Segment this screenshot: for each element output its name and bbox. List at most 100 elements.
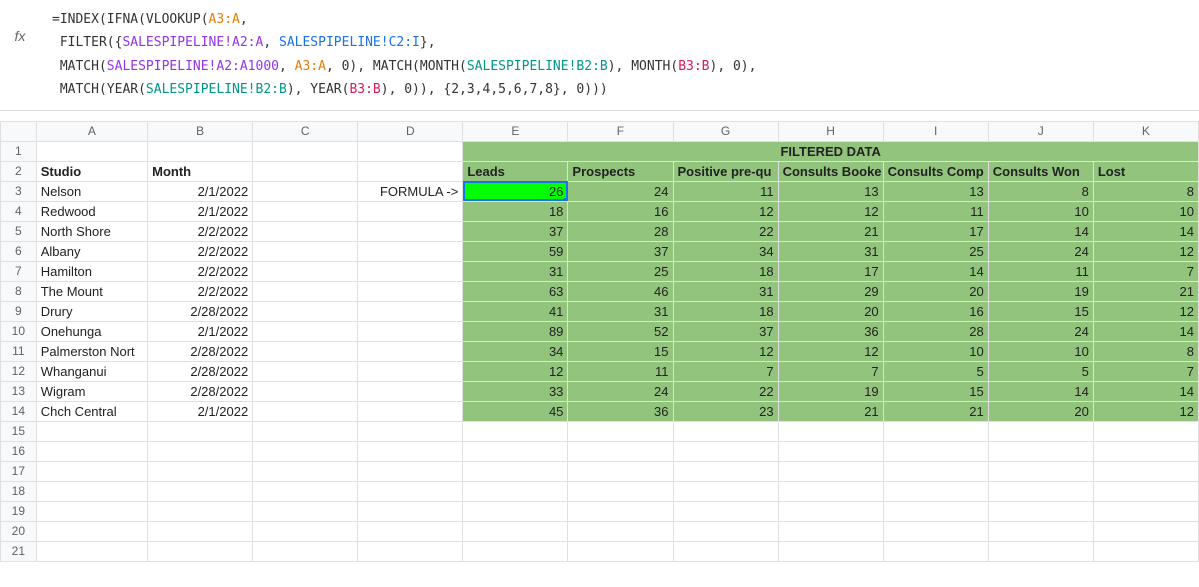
cell[interactable] [778, 521, 883, 541]
cell[interactable] [253, 241, 358, 261]
cell[interactable] [883, 421, 988, 441]
cell-data[interactable]: 12 [673, 341, 778, 361]
cell-data[interactable]: 12 [673, 201, 778, 221]
row-number[interactable]: 21 [1, 541, 37, 561]
cell[interactable] [1093, 541, 1198, 561]
cell-data[interactable]: 15 [883, 381, 988, 401]
cell-studio[interactable]: Redwood [36, 201, 147, 221]
cell-data[interactable]: 12 [778, 201, 883, 221]
formula-text[interactable]: =INDEX(IFNA(VLOOKUP(A3:A, FILTER({SALESP… [40, 8, 1199, 102]
cell-data[interactable]: 28 [568, 221, 673, 241]
cell-data[interactable]: 14 [988, 221, 1093, 241]
cell[interactable] [358, 161, 463, 181]
cell[interactable] [463, 461, 568, 481]
cell[interactable] [358, 401, 463, 421]
col-header[interactable]: K [1093, 121, 1198, 141]
cell-data[interactable]: 11 [568, 361, 673, 381]
cell[interactable] [568, 461, 673, 481]
col-header[interactable]: C [253, 121, 358, 141]
cell[interactable] [463, 541, 568, 561]
cell-month[interactable]: 2/28/2022 [148, 341, 253, 361]
cell[interactable] [148, 461, 253, 481]
cell[interactable] [36, 521, 147, 541]
cell-data[interactable]: 24 [988, 241, 1093, 261]
cell-data[interactable]: 14 [1093, 221, 1198, 241]
cell-data[interactable]: 11 [673, 181, 778, 201]
cell[interactable] [36, 541, 147, 561]
row-number[interactable]: 16 [1, 441, 37, 461]
cell-studio[interactable]: Wigram [36, 381, 147, 401]
cell-month[interactable]: 2/2/2022 [148, 241, 253, 261]
cell[interactable] [673, 501, 778, 521]
cell-data[interactable]: 22 [673, 221, 778, 241]
cell-data[interactable]: 10 [1093, 201, 1198, 221]
cell[interactable] [358, 421, 463, 441]
row-number[interactable]: 3 [1, 181, 37, 201]
cell-data[interactable]: 29 [778, 281, 883, 301]
cell-data[interactable]: 10 [988, 341, 1093, 361]
spreadsheet-grid[interactable]: A B C D E F G H I J K 1FILTERED DATA2Stu… [0, 121, 1199, 562]
cell-data[interactable]: 5 [988, 361, 1093, 381]
cell-data[interactable]: 12 [1093, 401, 1198, 421]
row-number[interactable]: 6 [1, 241, 37, 261]
col-header[interactable]: H [778, 121, 883, 141]
cell[interactable] [253, 301, 358, 321]
cell[interactable] [463, 441, 568, 461]
cell-data[interactable]: 8 [988, 181, 1093, 201]
cell-month[interactable]: 2/1/2022 [148, 401, 253, 421]
cell-data[interactable]: 13 [883, 181, 988, 201]
row-number[interactable]: 4 [1, 201, 37, 221]
cell-data[interactable]: 12 [463, 361, 568, 381]
cell[interactable] [253, 201, 358, 221]
cell[interactable] [673, 481, 778, 501]
cell[interactable] [673, 421, 778, 441]
cell[interactable] [1093, 421, 1198, 441]
cell-data[interactable]: 36 [568, 401, 673, 421]
cell[interactable] [36, 461, 147, 481]
cell-data[interactable]: 18 [673, 301, 778, 321]
cell-data[interactable]: 21 [1093, 281, 1198, 301]
cell[interactable] [568, 441, 673, 461]
cell-studio[interactable]: The Mount [36, 281, 147, 301]
formula-bar[interactable]: fx =INDEX(IFNA(VLOOKUP(A3:A, FILTER({SAL… [0, 0, 1199, 111]
cell[interactable] [778, 501, 883, 521]
cell[interactable] [253, 381, 358, 401]
cell[interactable] [253, 401, 358, 421]
cell[interactable] [883, 441, 988, 461]
cell[interactable] [148, 501, 253, 521]
cell-data[interactable]: 28 [883, 321, 988, 341]
cell[interactable] [358, 481, 463, 501]
cell[interactable] [1093, 481, 1198, 501]
cell-data[interactable]: 26 [463, 181, 568, 201]
cell-data[interactable]: 7 [1093, 261, 1198, 281]
cell[interactable] [358, 521, 463, 541]
cell-data[interactable]: 34 [673, 241, 778, 261]
cell[interactable] [778, 481, 883, 501]
cell[interactable] [358, 301, 463, 321]
cell[interactable] [778, 541, 883, 561]
cell[interactable] [253, 521, 358, 541]
cell[interactable] [253, 541, 358, 561]
cell[interactable] [358, 461, 463, 481]
cell[interactable] [358, 381, 463, 401]
cell-data[interactable]: 7 [1093, 361, 1198, 381]
cell-data[interactable]: 25 [883, 241, 988, 261]
cell[interactable] [148, 421, 253, 441]
cell-data[interactable]: 31 [463, 261, 568, 281]
cell-data[interactable]: 12 [1093, 241, 1198, 261]
cell[interactable] [883, 541, 988, 561]
cell[interactable] [883, 501, 988, 521]
cell-data[interactable]: 11 [883, 201, 988, 221]
cell-month[interactable]: 2/1/2022 [148, 201, 253, 221]
cell[interactable] [36, 481, 147, 501]
cell[interactable] [148, 521, 253, 541]
cell[interactable] [673, 441, 778, 461]
cell[interactable] [253, 221, 358, 241]
cell-data[interactable]: 10 [988, 201, 1093, 221]
cell-data[interactable]: 89 [463, 321, 568, 341]
cell[interactable] [463, 521, 568, 541]
cell-data[interactable]: 37 [463, 221, 568, 241]
col-header[interactable]: A [36, 121, 147, 141]
header-leads[interactable]: Leads [463, 161, 568, 181]
header-month[interactable]: Month [148, 161, 253, 181]
